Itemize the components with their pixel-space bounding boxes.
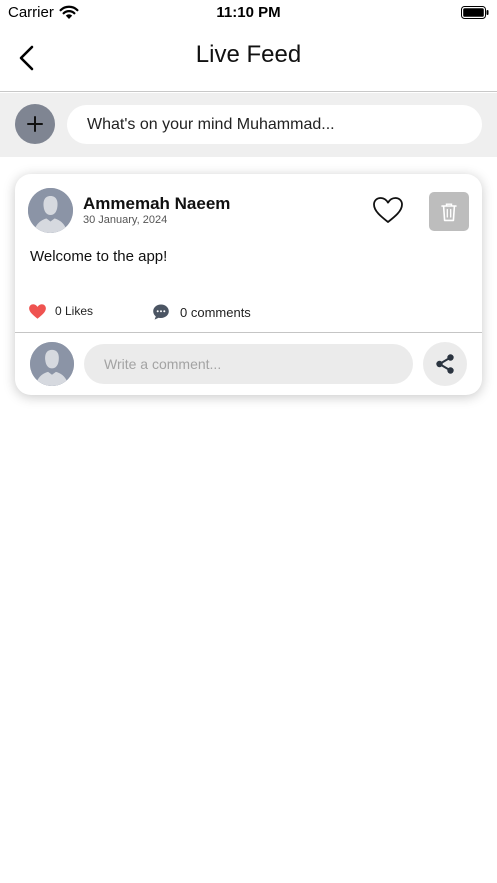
share-icon bbox=[436, 354, 454, 374]
card-divider bbox=[15, 332, 482, 333]
status-time: 11:10 PM bbox=[216, 4, 281, 21]
default-avatar-icon bbox=[28, 188, 73, 233]
post-date: 30 January, 2024 bbox=[83, 214, 168, 226]
delete-post-button[interactable] bbox=[429, 192, 469, 231]
status-bar: Carrier 11:10 PM bbox=[0, 0, 497, 26]
heart-outline-icon[interactable] bbox=[371, 195, 405, 225]
comment-bubble-icon bbox=[153, 304, 169, 320]
battery-icon bbox=[461, 6, 489, 19]
likes-count-label: 0 Likes bbox=[55, 304, 94, 318]
post-card: Ammemah Naeem 30 January, 2024 Welcome t… bbox=[15, 174, 482, 395]
share-button[interactable] bbox=[423, 342, 467, 386]
current-user-avatar bbox=[30, 342, 74, 386]
comments-count-button[interactable]: 0 comments bbox=[152, 302, 251, 322]
avatar bbox=[28, 188, 73, 233]
comment-input[interactable]: Write a comment... bbox=[84, 344, 413, 384]
post-composer-input[interactable]: What's on your mind Muhammad... bbox=[67, 105, 482, 144]
post-body-text: Welcome to the app! bbox=[30, 248, 168, 265]
likes-count-button[interactable]: 0 Likes bbox=[28, 301, 93, 321]
composer-bar: What's on your mind Muhammad... bbox=[0, 93, 497, 157]
trash-icon bbox=[441, 203, 457, 221]
default-avatar-icon bbox=[30, 342, 74, 386]
nav-bar: Live Feed bbox=[0, 26, 497, 92]
plus-icon bbox=[27, 116, 43, 132]
add-post-button[interactable] bbox=[15, 104, 55, 144]
page-title: Live Feed bbox=[195, 41, 302, 68]
comments-count-label: 0 comments bbox=[180, 304, 251, 320]
post-author-name[interactable]: Ammemah Naeem bbox=[83, 194, 230, 214]
heart-filled-icon bbox=[29, 303, 46, 319]
